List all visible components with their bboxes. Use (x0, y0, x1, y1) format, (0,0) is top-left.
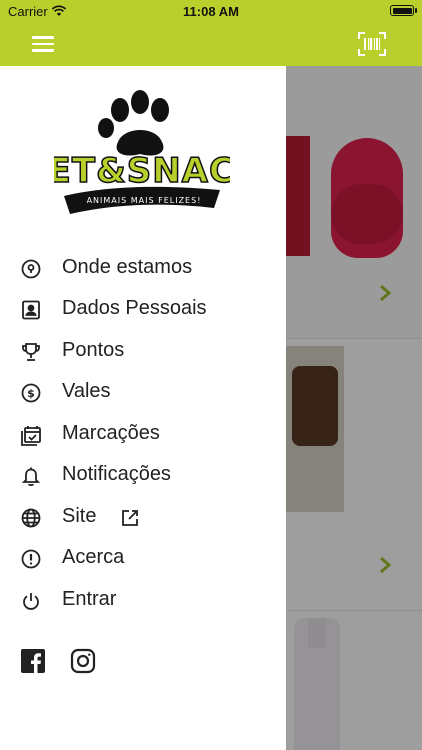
svg-text:$: $ (27, 387, 35, 400)
battery-icon (390, 5, 417, 16)
menu-item-label: Notificações (62, 463, 171, 485)
svg-text:ANIMAIS MAIS FELIZES!: ANIMAIS MAIS FELIZES! (87, 196, 202, 205)
menu-item-label: Entrar (62, 588, 117, 610)
status-bar: Carrier 11:08 AM (0, 0, 422, 24)
top-bar: Carrier 11:08 AM (0, 0, 422, 66)
menu-item-acerca[interactable]: Acerca (0, 540, 286, 576)
svg-text:PET&SNACK: PET&SNACK (54, 151, 230, 191)
menu-item-pontos[interactable]: Pontos (0, 333, 286, 369)
location-icon (21, 259, 41, 279)
menu-button[interactable] (32, 36, 54, 52)
menu-item-label: Onde estamos (62, 256, 193, 278)
calendar-check-icon (21, 426, 41, 446)
menu-item-site[interactable]: Site (0, 499, 286, 535)
menu-item-label: Pontos (62, 339, 125, 361)
menu-item-marcacoes[interactable]: Marcações (0, 416, 286, 452)
barcode-icon[interactable] (358, 32, 386, 56)
menu-item-label: Acerca (62, 546, 125, 568)
menu-item-entrar[interactable]: Entrar (0, 582, 286, 618)
menu-item-vales[interactable]: $ Vales (0, 374, 286, 410)
menu-item-dados-pessoais[interactable]: Dados Pessoais (0, 291, 286, 327)
external-link-icon (122, 510, 138, 526)
instagram-icon[interactable] (70, 648, 96, 674)
dollar-coin-icon: $ (21, 383, 41, 403)
menu-item-label: Dados Pessoais (62, 297, 207, 319)
contact-card-icon (22, 300, 40, 320)
drawer-scrim[interactable] (286, 66, 422, 750)
menu-item-onde-estamos[interactable]: Onde estamos (0, 250, 286, 286)
menu-item-label: Marcações (62, 422, 160, 444)
bell-icon (21, 467, 41, 487)
side-drawer: PET&SNACK ANIMAIS MAIS FELIZES! Onde est… (0, 66, 286, 750)
menu-item-label: Vales (62, 380, 111, 402)
info-circle-icon (21, 549, 41, 569)
pet-snack-logo: PET&SNACK ANIMAIS MAIS FELIZES! (54, 90, 230, 214)
clock: 11:08 AM (183, 4, 239, 19)
menu-item-label: Site (62, 505, 97, 527)
globe-icon (21, 508, 41, 528)
trophy-icon (22, 343, 40, 361)
power-icon (23, 593, 39, 610)
menu-item-notificacoes[interactable]: Notificações (0, 457, 286, 493)
facebook-icon[interactable] (20, 648, 46, 674)
